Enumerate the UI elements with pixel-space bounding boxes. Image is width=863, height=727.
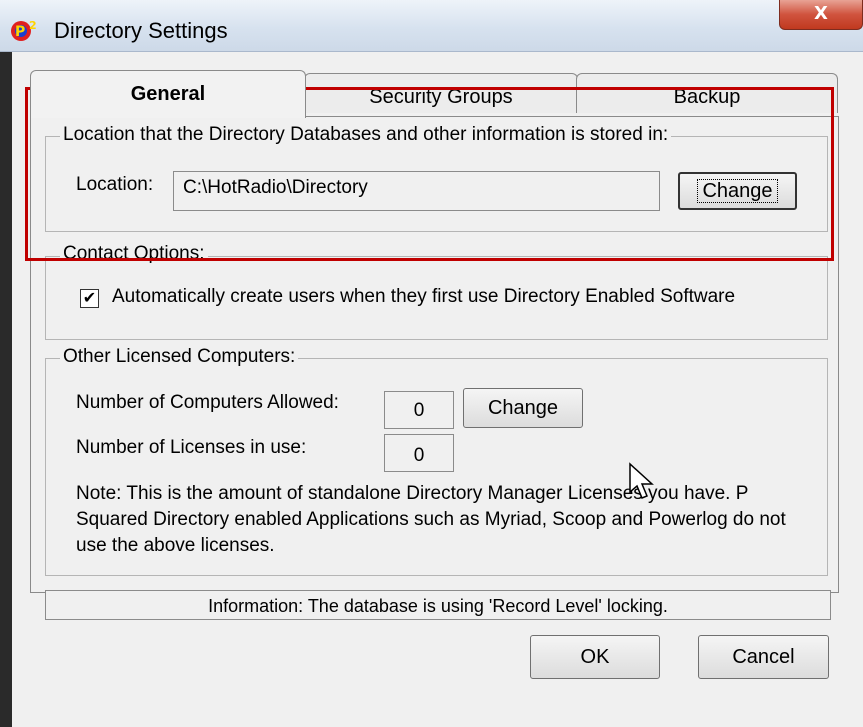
auto-create-users-label[interactable]: Automatically create users when they fir…: [112, 286, 735, 308]
license-note: Note: This is the amount of standalone D…: [76, 483, 786, 556]
computers-allowed-field: 0: [384, 391, 454, 429]
computers-allowed-label: Number of Computers Allowed:: [76, 392, 339, 413]
auto-create-users-checkbox[interactable]: ✔: [80, 289, 99, 308]
ok-button[interactable]: OK: [530, 635, 660, 679]
checkmark-icon: ✔: [82, 290, 97, 307]
close-icon: X: [814, 3, 828, 24]
cancel-button[interactable]: Cancel: [698, 635, 829, 679]
window-title: Directory Settings: [54, 18, 228, 43]
licensed-computers-legend: Other Licensed Computers:: [60, 346, 299, 368]
svg-text:2: 2: [29, 19, 37, 32]
licenses-in-use-field: 0: [384, 434, 454, 472]
close-button[interactable]: X: [779, 0, 863, 30]
app-icon: P 2: [10, 18, 40, 42]
window-edge: [0, 52, 12, 727]
licenses-in-use-label: Number of Licenses in use:: [76, 437, 307, 458]
tab-general[interactable]: General: [30, 70, 306, 118]
change-computers-button[interactable]: Change: [463, 388, 583, 428]
svg-text:P: P: [15, 24, 25, 40]
mouse-pointer-icon: [627, 462, 663, 502]
status-bar: Information: The database is using 'Reco…: [45, 590, 831, 620]
